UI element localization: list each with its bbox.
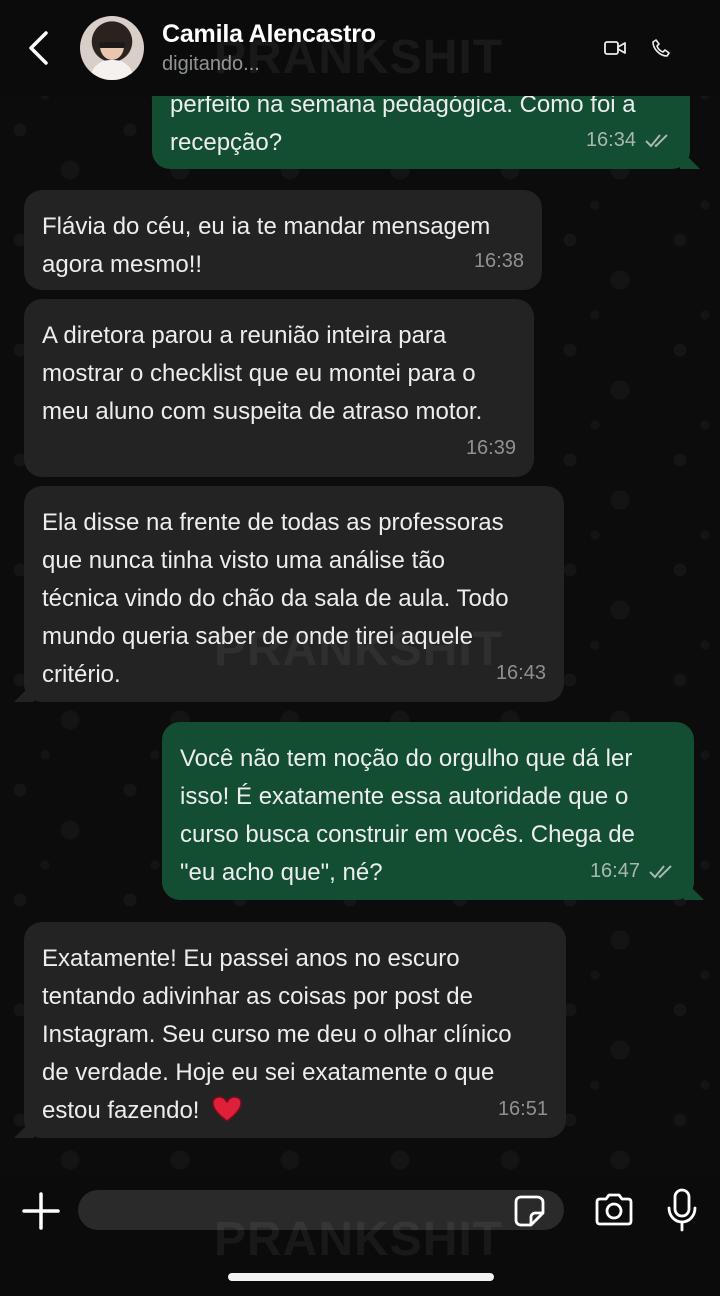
message-line: estou fazendo! bbox=[42, 1097, 200, 1124]
bubble-tail bbox=[684, 880, 704, 900]
message-line-with-emoji: estou fazendo! bbox=[42, 1092, 548, 1130]
microphone-icon bbox=[667, 1188, 697, 1232]
bubble-tail bbox=[14, 682, 34, 702]
message-line: agora mesmo!! bbox=[42, 251, 203, 278]
message-line: que nunca tinha visto uma análise tão bbox=[42, 547, 445, 574]
message-meta: 16:39 bbox=[466, 429, 516, 467]
message-line: técnica vindo do chão da sala de aula. T… bbox=[42, 585, 509, 612]
message-line: A diretora parou a reunião inteira para bbox=[42, 322, 447, 349]
voice-call-button[interactable] bbox=[650, 37, 672, 59]
message-time: 16:51 bbox=[497, 1098, 548, 1120]
message-line: Instagram. Seu curso me deu o olhar clín… bbox=[42, 1021, 512, 1048]
video-call-button[interactable] bbox=[604, 37, 626, 59]
camera-button[interactable] bbox=[594, 1192, 634, 1228]
avatar-glasses bbox=[99, 42, 125, 48]
message-line: Ela disse na frente de todas as professo… bbox=[42, 509, 504, 536]
message-meta: 16:43 bbox=[496, 654, 546, 692]
message-meta: 16:47 bbox=[590, 852, 676, 890]
video-call-icon bbox=[604, 41, 626, 55]
message-line: de verdade. Hoje eu sei exatamente o que bbox=[42, 1059, 495, 1086]
double-check-icon bbox=[649, 865, 672, 879]
contact-avatar[interactable] bbox=[80, 16, 144, 80]
phone-icon bbox=[652, 39, 670, 57]
message-line: meu aluno com suspeita de atraso motor. bbox=[42, 398, 483, 425]
camera-icon bbox=[595, 1193, 633, 1226]
message-incoming[interactable]: A diretora parou a reunião inteira para … bbox=[24, 299, 534, 477]
message-meta: 16:51 bbox=[498, 1090, 548, 1128]
attach-button[interactable] bbox=[22, 1192, 60, 1230]
contact-status: digitando... bbox=[162, 53, 260, 75]
message-input[interactable] bbox=[78, 1190, 564, 1230]
message-list[interactable]: perfeito na semana pedagógica. Como foi … bbox=[0, 0, 720, 1176]
message-time: 16:39 bbox=[465, 437, 516, 459]
header-actions bbox=[604, 37, 672, 59]
contact-info[interactable]: Camila Alencastro digitando... bbox=[162, 20, 376, 76]
plus-icon bbox=[22, 1192, 60, 1230]
message-time: 16:38 bbox=[473, 250, 524, 272]
message-line: Exatamente! Eu passei anos no escuro bbox=[42, 945, 460, 972]
message-line: tentando adivinhar as coisas por post de bbox=[42, 983, 473, 1010]
double-check-icon bbox=[645, 134, 668, 148]
message-line: Você não tem noção do orgulho que dá ler bbox=[180, 745, 633, 772]
message-line: mostrar o checklist que eu montei para o bbox=[42, 360, 476, 387]
message-incoming[interactable]: Ela disse na frente de todas as professo… bbox=[14, 486, 564, 702]
message-line: mundo queria saber de onde tirei aquele bbox=[42, 623, 473, 650]
message-meta: 16:34 bbox=[586, 121, 672, 159]
back-arrow-icon bbox=[29, 31, 48, 65]
back-button[interactable] bbox=[18, 28, 58, 68]
chat-header: Camila Alencastro digitando... bbox=[0, 0, 720, 96]
avatar-body bbox=[90, 60, 134, 80]
home-indicator[interactable] bbox=[228, 1273, 494, 1281]
microphone-button[interactable] bbox=[666, 1188, 698, 1232]
message-line: critério. bbox=[42, 661, 121, 688]
heart-emoji-icon bbox=[212, 1096, 242, 1122]
message-outgoing[interactable]: Você não tem noção do orgulho que dá ler… bbox=[162, 722, 704, 900]
message-incoming[interactable]: Flávia do céu, eu ia te mandar mensagem … bbox=[24, 190, 542, 290]
contact-name: Camila Alencastro bbox=[162, 20, 376, 48]
message-line: isso! É exatamente essa autoridade que o bbox=[180, 783, 629, 810]
sticker-icon bbox=[514, 1195, 545, 1227]
bubble-tail bbox=[680, 149, 700, 169]
message-meta: 16:38 bbox=[474, 242, 524, 280]
bubble-tail bbox=[14, 1118, 34, 1138]
message-time: 16:47 bbox=[589, 860, 640, 882]
message-line: Flávia do céu, eu ia te mandar mensagem bbox=[42, 213, 491, 240]
sticker-button[interactable] bbox=[512, 1194, 546, 1228]
message-time: 16:43 bbox=[495, 662, 546, 684]
message-incoming[interactable]: Exatamente! Eu passei anos no escuro ten… bbox=[14, 922, 566, 1138]
message-time: 16:34 bbox=[585, 129, 636, 151]
message-line: curso busca construir em vocês. Chega de bbox=[180, 821, 635, 848]
